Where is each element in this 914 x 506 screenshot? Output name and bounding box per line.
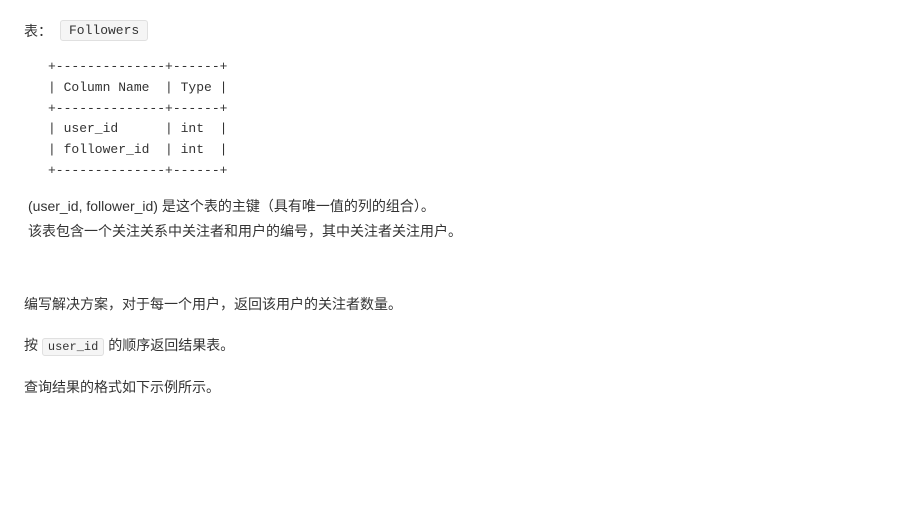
- table-label: 表：: [24, 21, 52, 41]
- task-line2: 按 user_id 的顺序返回结果表。: [24, 333, 890, 359]
- table-label-row: 表： Followers: [24, 20, 890, 41]
- task-line2-suffix: 的顺序返回结果表。: [104, 337, 234, 353]
- schema-pre: +--------------+------+ | Column Name | …: [48, 57, 890, 182]
- task-line1-block: 编写解决方案，对于每一个用户，返回该用户的关注者数量。: [24, 292, 890, 317]
- task-line2-block: 按 user_id 的顺序返回结果表。: [24, 333, 890, 359]
- task-line2-prefix: 按: [24, 337, 42, 353]
- task-line3-block: 查询结果的格式如下示例所示。: [24, 375, 890, 400]
- description-block: (user_id, follower_id) 是这个表的主键（具有唯一值的列的组…: [28, 194, 890, 244]
- table-name-badge: Followers: [60, 20, 148, 41]
- task-line2-code: user_id: [42, 338, 104, 356]
- description-line1: (user_id, follower_id) 是这个表的主键（具有唯一值的列的组…: [28, 194, 890, 219]
- task-line1: 编写解决方案，对于每一个用户，返回该用户的关注者数量。: [24, 292, 890, 317]
- task-line3: 查询结果的格式如下示例所示。: [24, 375, 890, 400]
- description-line2: 该表包含一个关注关系中关注者和用户的编号，其中关注者关注用户。: [28, 219, 890, 244]
- schema-block: +--------------+------+ | Column Name | …: [48, 57, 890, 182]
